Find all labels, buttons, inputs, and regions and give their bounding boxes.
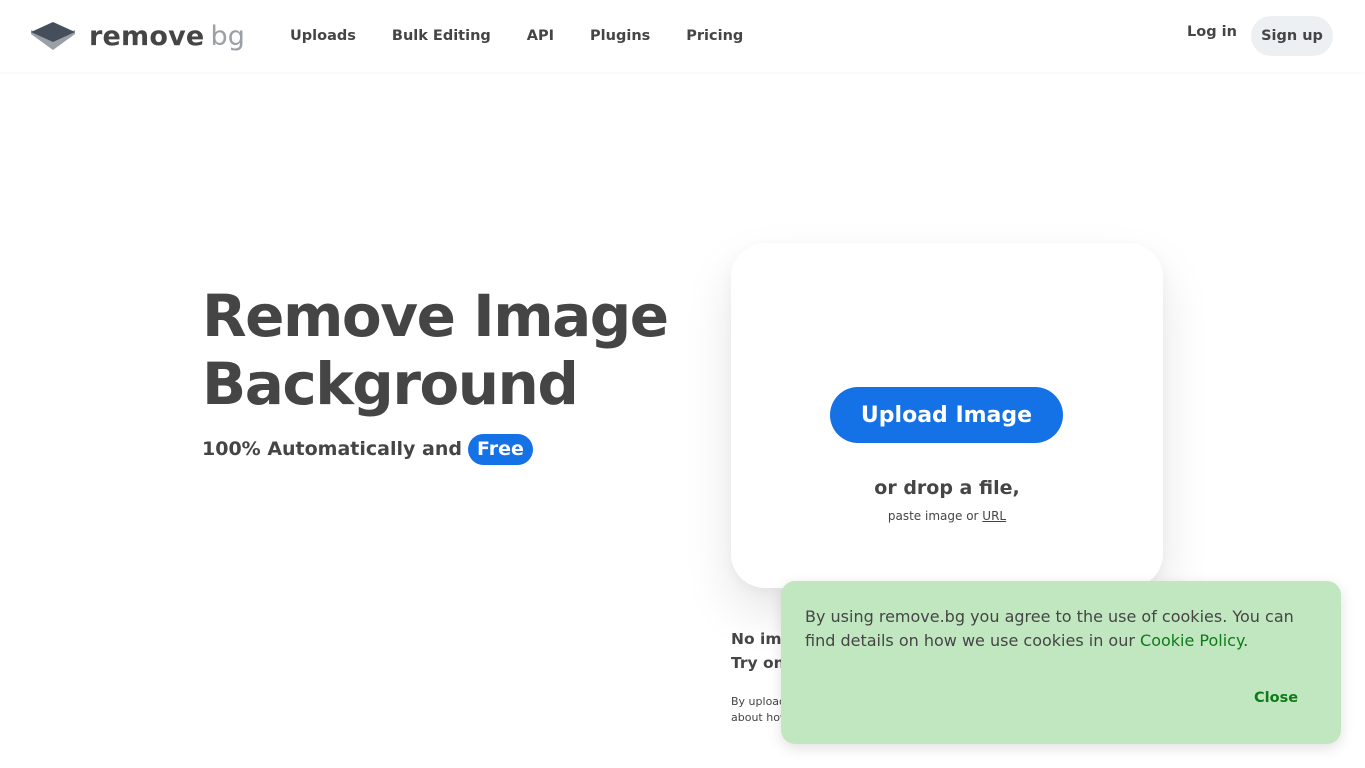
- layers-logo-icon: [31, 22, 75, 50]
- hero-title: Remove Image Background: [202, 282, 702, 418]
- drop-file-text: or drop a file,: [874, 477, 1020, 499]
- main-nav: Uploads Bulk Editing API Plugins Pricing: [290, 0, 779, 72]
- logo-wordmark: remove bg: [89, 23, 245, 50]
- signup-button[interactable]: Sign up: [1251, 16, 1333, 56]
- cookie-policy-link[interactable]: Cookie Policy: [1140, 631, 1243, 650]
- nav-api[interactable]: API: [527, 28, 554, 44]
- free-badge: Free: [467, 433, 533, 465]
- hero-subtitle-text: 100% Automatically and: [202, 438, 462, 460]
- logo-remove: remove: [89, 20, 205, 52]
- cookie-banner: By using remove.bg you agree to the use …: [781, 581, 1341, 744]
- upload-dropzone[interactable]: Upload Image or drop a file, paste image…: [731, 243, 1163, 588]
- paste-hint-text: paste image or: [887, 509, 979, 523]
- upload-image-button[interactable]: Upload Image: [830, 387, 1063, 443]
- cookie-close-button[interactable]: Close: [1254, 690, 1298, 706]
- cookie-period: .: [1243, 631, 1249, 650]
- nav-plugins[interactable]: Plugins: [590, 28, 650, 44]
- site-header: remove bg Uploads Bulk Editing API Plugin…: [0, 0, 1365, 72]
- hero-title-line2: Background: [202, 350, 579, 418]
- removebg-logo[interactable]: remove bg: [31, 18, 245, 54]
- url-link[interactable]: URL: [982, 509, 1006, 523]
- hero-subtitle: 100% Automatically and Free: [202, 433, 533, 465]
- paste-hint: paste image or URL: [731, 509, 1163, 523]
- hero-title-line1: Remove Image: [202, 282, 669, 350]
- nav-uploads[interactable]: Uploads: [290, 28, 356, 44]
- logo-bg: bg: [210, 20, 246, 52]
- nav-bulk-editing[interactable]: Bulk Editing: [392, 28, 491, 44]
- nav-pricing[interactable]: Pricing: [686, 28, 743, 44]
- cookie-message: By using remove.bg you agree to the use …: [805, 605, 1325, 653]
- login-link[interactable]: Log in: [1187, 24, 1237, 40]
